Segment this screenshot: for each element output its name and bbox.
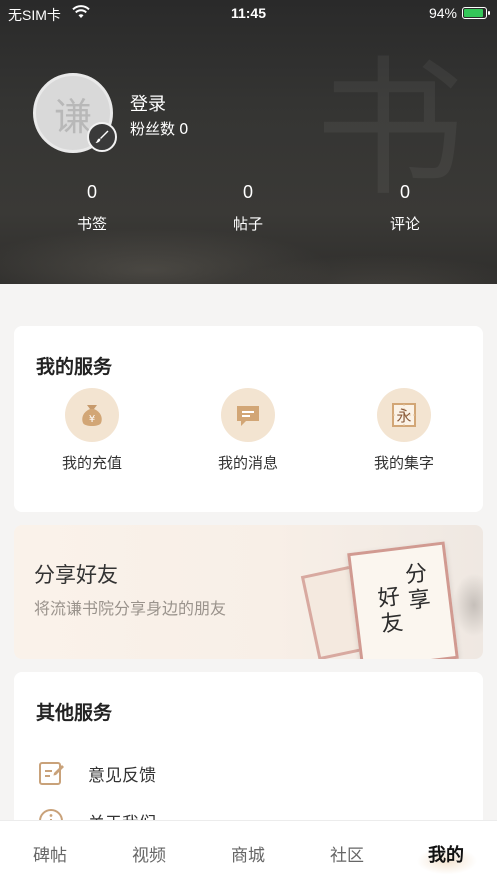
stat-value: 0 (86, 182, 97, 202)
my-services-title: 我的服务 (36, 356, 113, 378)
my-services-card: 我的服务 ¥ 我的充值 我的消息 永 我的集字 (14, 326, 483, 512)
tab-mine[interactable]: 我的 (411, 841, 481, 867)
service-label: 我的充值 (61, 454, 122, 472)
tab-video[interactable]: 视频 (114, 841, 184, 866)
share-subtitle: 将流谦书院分享身边的朋友 (34, 599, 227, 618)
share-banner[interactable]: 分享好友 将流谦书院分享身边的朋友 分享 好友 (14, 525, 483, 659)
battery-percent: 94% (428, 5, 457, 21)
service-label: 我的消息 (217, 454, 278, 472)
stat-label: 评论 (389, 215, 420, 233)
status-bar: 无SIM卡 11:45 94% (0, 0, 497, 26)
ink-painting-decoration (444, 555, 483, 659)
other-services-card: 其他服务 意见反馈 关于我们 (14, 672, 483, 834)
service-collect-characters[interactable]: 永 我的集字 (344, 388, 464, 473)
feedback-icon (36, 758, 66, 788)
battery-icon (462, 7, 490, 19)
svg-text:永: 永 (396, 407, 411, 425)
fans-count: 粉丝数 0 (130, 118, 189, 139)
tab-mall[interactable]: 商城 (213, 841, 283, 866)
stat-posts[interactable]: 0 帖子 (198, 182, 298, 234)
fans-label: 粉丝数 (130, 120, 176, 138)
fans-value: 0 (179, 120, 189, 138)
calligraphy-paper-decoration: 分享 好友 (347, 541, 459, 659)
svg-text:¥: ¥ (89, 414, 95, 425)
feedback-item[interactable]: 意见反馈 (36, 758, 156, 788)
stat-label: 书签 (76, 215, 107, 233)
message-icon (221, 388, 275, 442)
tab-community[interactable]: 社区 (312, 841, 382, 866)
login-link[interactable]: 登录 (130, 90, 166, 116)
service-messages[interactable]: 我的消息 (188, 388, 308, 473)
edit-brush-icon[interactable] (87, 122, 117, 152)
stat-value: 0 (242, 182, 253, 202)
stat-value: 0 (399, 182, 410, 202)
tab-stele[interactable]: 碑帖 (15, 841, 85, 866)
share-title: 分享好友 (34, 563, 118, 587)
service-label: 我的集字 (373, 454, 434, 472)
stat-label: 帖子 (232, 215, 263, 233)
clock: 11:45 (230, 5, 267, 21)
service-recharge[interactable]: ¥ 我的充值 (32, 388, 152, 473)
profile-header: 书 无SIM卡 11:45 94% 谦 登录 粉丝数 0 0 书签 0 帖子 0 … (0, 0, 497, 284)
feedback-label: 意见反馈 (88, 765, 156, 786)
stat-bookmarks[interactable]: 0 书签 (42, 182, 142, 234)
collect-character-icon: 永 (377, 388, 431, 442)
money-bag-icon: ¥ (65, 388, 119, 442)
other-services-title: 其他服务 (36, 702, 113, 724)
bottom-tab-bar: 碑帖 视频 商城 社区 我的 (0, 820, 497, 883)
stat-comments[interactable]: 0 评论 (355, 182, 455, 234)
